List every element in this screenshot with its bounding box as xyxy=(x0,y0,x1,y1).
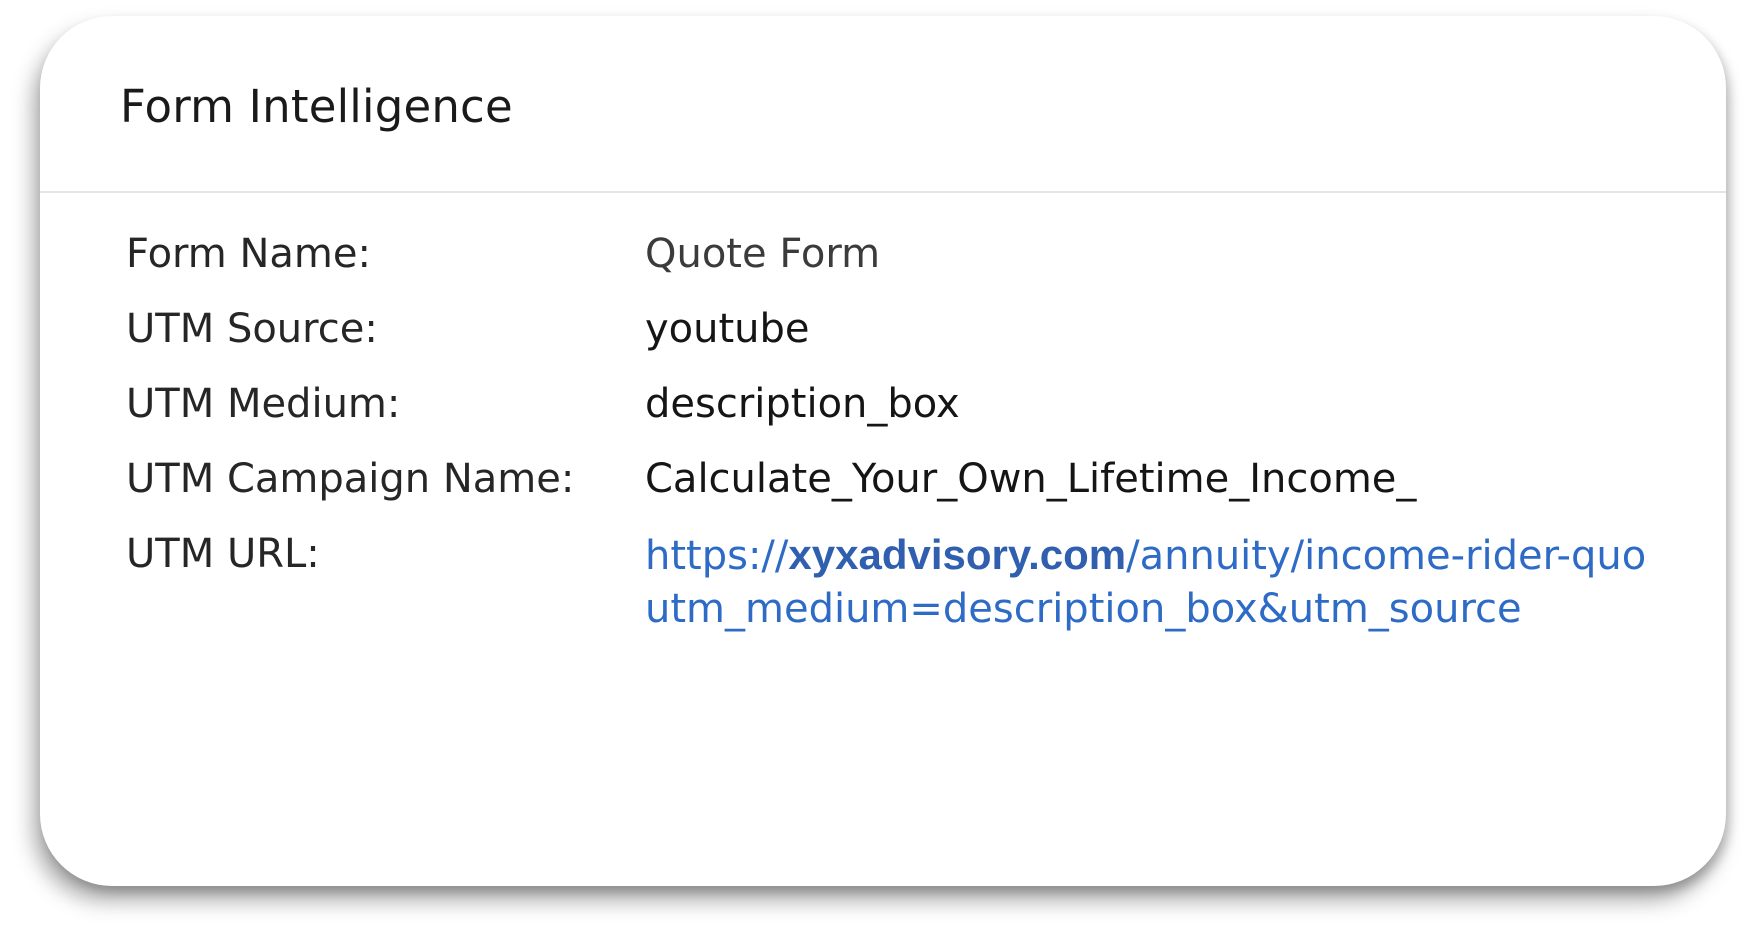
card-header: Form Intelligence xyxy=(40,16,1726,193)
form-name-label: Form Name: xyxy=(126,231,371,277)
utm-campaign-value: Calculate_Your_Own_Lifetime_Income_ xyxy=(645,456,1417,502)
utm-url-link-line2[interactable]: utm_medium=description_box&utm_source xyxy=(645,586,1655,632)
utm-source-value: youtube xyxy=(645,306,810,352)
utm-campaign-label: UTM Campaign Name: xyxy=(126,456,575,502)
utm-url-link-line1[interactable]: https://xyxadvisory.com/annuity/income-r… xyxy=(645,531,1655,579)
utm-url-prefix: https:// xyxy=(645,533,789,579)
utm-medium-value: description_box xyxy=(645,381,960,427)
utm-source-label: UTM Source: xyxy=(126,306,378,352)
utm-url-domain: xyxadvisory.com xyxy=(788,531,1127,578)
form-name-value: Quote Form xyxy=(645,231,881,277)
form-intelligence-card: Form Intelligence Form Name: Quote Form … xyxy=(40,16,1726,886)
card-title: Form Intelligence xyxy=(120,80,513,133)
utm-url-label: UTM URL: xyxy=(126,531,320,577)
utm-medium-label: UTM Medium: xyxy=(126,381,401,427)
utm-url-path: /annuity/income-rider-quo xyxy=(1126,533,1647,579)
